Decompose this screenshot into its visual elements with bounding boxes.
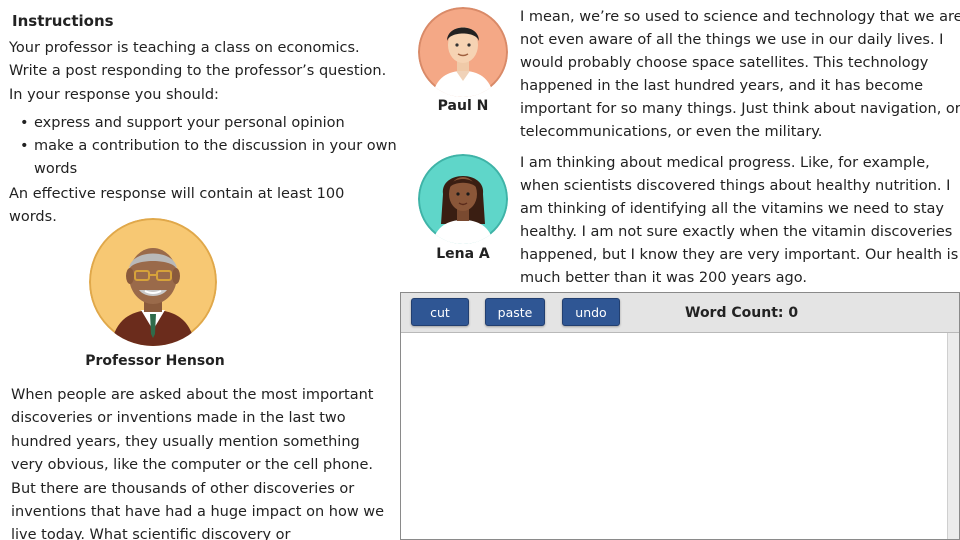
cut-button[interactable]: cut	[411, 298, 469, 326]
editor-toolbar: cut paste undo Word Count: 0	[401, 293, 959, 333]
bullet-text: make a contribution to the discussion in…	[34, 138, 397, 154]
lena-avatar	[418, 154, 508, 244]
post-line: telecommunications, or even the military…	[520, 124, 823, 140]
response-text-area[interactable]	[401, 333, 947, 539]
word-count: Word Count: 0	[685, 305, 799, 321]
post-line: am thinking of identifying all the vitam…	[520, 201, 944, 217]
instructions-pane: Instructions Your professor is teaching …	[0, 0, 400, 540]
professor-text-line: When people are asked about the most imp…	[11, 387, 374, 403]
effective-response-note: words.	[9, 209, 57, 225]
paul-avatar	[418, 7, 508, 97]
post-line: important for so many things. Just think…	[520, 101, 960, 117]
instruction-line: In your response you should:	[9, 87, 219, 103]
professor-text-line: discoveries or inventions made in the la…	[11, 410, 346, 427]
instruction-line: Write a post responding to the professor…	[9, 63, 387, 79]
bullet-continuation: words	[34, 161, 78, 177]
bullet-text: express and support your personal opinio…	[34, 115, 345, 131]
professor-text-line: live today. What scientific discovery or	[11, 527, 291, 540]
post-line: I am thinking about medical progress. Li…	[520, 155, 930, 171]
response-editor: cut paste undo Word Count: 0	[400, 292, 960, 540]
post-line: healthy. I am not sure exactly when the …	[520, 224, 953, 240]
instruction-bullet: • make a contribution to the discussion i…	[20, 138, 397, 154]
professor-text-line: But there are thousands of other discove…	[11, 480, 355, 497]
paste-button[interactable]: paste	[485, 298, 545, 326]
effective-response-note: An effective response will contain at le…	[9, 186, 345, 202]
professor-text-line: very obvious, like the computer or the c…	[11, 457, 373, 474]
post-line: happened in the last hundred years, and …	[520, 78, 924, 94]
instructions-title: Instructions	[12, 12, 114, 30]
student-portrait-icon	[418, 154, 508, 244]
undo-button[interactable]: undo	[562, 298, 620, 326]
paul-name: Paul N	[437, 98, 489, 114]
professor-portrait-icon	[89, 218, 217, 346]
professor-question: When people are asked about the most imp…	[11, 384, 391, 540]
post-line: much better than it was 200 years ago.	[520, 270, 807, 286]
lena-name: Lena A	[436, 246, 490, 262]
professor-avatar	[89, 218, 217, 346]
professor-name: Professor Henson	[85, 353, 225, 369]
editor-scrollbar[interactable]	[947, 333, 959, 539]
professor-text-line: inventions that have had a huge impact o…	[11, 504, 385, 521]
instruction-bullet: • express and support your personal opini…	[20, 115, 345, 131]
lena-post: I am thinking about medical progress. Li…	[520, 152, 958, 290]
post-line: I mean, we’re so used to science and tec…	[520, 9, 960, 25]
professor-text-line: hundred years, they usually mention some…	[11, 433, 360, 450]
post-line: when scientists discovered things about …	[520, 178, 951, 194]
post-line: would probably choose space satellites. …	[520, 55, 929, 71]
instruction-line: Your professor is teaching a class on ec…	[9, 40, 360, 56]
post-line: happened, but I know they are very impor…	[520, 247, 959, 263]
paul-post: I mean, we’re so used to science and tec…	[520, 6, 960, 144]
post-line: not even aware of all the things we use …	[520, 32, 944, 48]
student-portrait-icon	[418, 7, 508, 97]
